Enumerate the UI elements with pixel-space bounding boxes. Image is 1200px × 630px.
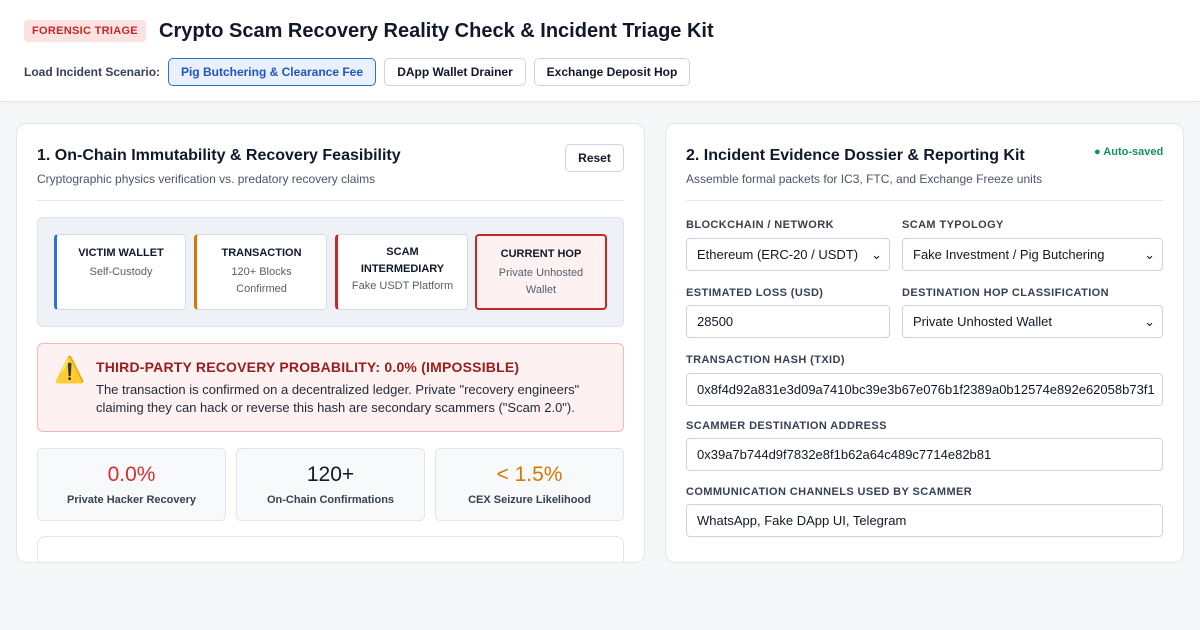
warning-icon: ⚠️ <box>54 356 86 384</box>
recovery-feasibility-panel: 1. On-Chain Immutability & Recovery Feas… <box>16 123 645 563</box>
scammer-address-label: SCAMMER DESTINATION ADDRESS <box>686 420 887 432</box>
app-title: Crypto Scam Recovery Reality Check & Inc… <box>159 20 714 42</box>
hop-classification-select[interactable]: Private Unhosted Wallet ⌄ <box>902 305 1163 338</box>
network-select[interactable]: Ethereum (ERC-20 / USDT) ⌄ <box>686 238 890 271</box>
chain-node-subtitle: Self-Custody <box>89 266 153 278</box>
typology-select[interactable]: Fake Investment / Pig Butchering ⌄ <box>902 238 1163 271</box>
scammer-address-input[interactable]: 0x39a7b744d9f7832e8f1b62a64c489c7714e82b… <box>686 438 1163 471</box>
panel-subtitle: Assemble formal packets for IC3, FTC, an… <box>686 172 1043 186</box>
next-section-card <box>37 536 624 562</box>
stat-cex-seizure-likelihood: < 1.5% CEX Seizure Likelihood <box>435 448 624 521</box>
chain-node-title: CURRENT HOP <box>500 248 582 260</box>
stat-label: CEX Seizure Likelihood <box>468 494 591 506</box>
panel-title: 1. On-Chain Immutability & Recovery Feas… <box>37 147 401 164</box>
scenario-pig-butchering-button[interactable]: Pig Butchering & Clearance Fee <box>168 58 376 86</box>
stat-value: 0.0% <box>107 463 156 486</box>
typology-label: SCAM TYPOLOGY <box>902 219 1004 231</box>
scenario-exchange-hop-button[interactable]: Exchange Deposit Hop <box>534 58 690 86</box>
chain-node-subtitle: Fake USDT Platform <box>351 280 454 292</box>
chevron-down-icon: ⌄ <box>1144 314 1155 329</box>
top-header: FORENSIC TRIAGE Crypto Scam Recovery Rea… <box>0 0 1200 102</box>
alert-title: THIRD-PARTY RECOVERY PROBABILITY: 0.0% (… <box>96 359 520 375</box>
panel-title: 2. Incident Evidence Dossier & Reporting… <box>686 147 1025 164</box>
chevron-down-icon: ⌄ <box>1144 247 1155 262</box>
typology-selected-value: Fake Investment / Pig Butchering <box>913 247 1105 262</box>
stat-private-hacker-recovery: 0.0% Private Hacker Recovery <box>37 448 226 521</box>
chain-node-subtitle: 120+ Blocks Confirmed <box>231 266 292 295</box>
loss-label: ESTIMATED LOSS (USD) <box>686 287 824 299</box>
loss-input[interactable]: 28500 <box>686 305 890 338</box>
txid-label: TRANSACTION HASH (TXID) <box>686 354 845 366</box>
hop-classification-label: DESTINATION HOP CLASSIFICATION <box>902 287 1109 299</box>
stat-label: On-Chain Confirmations <box>266 494 395 506</box>
chevron-down-icon: ⌄ <box>871 247 882 262</box>
transaction-chain: VICTIM WALLET Self-Custody TRANSACTION 1… <box>37 217 624 327</box>
chain-node-scam-intermediary[interactable]: SCAM INTERMEDIARY Fake USDT Platform <box>335 234 468 310</box>
reset-button[interactable]: Reset <box>565 144 624 172</box>
network-selected-value: Ethereum (ERC-20 / USDT) <box>697 247 859 262</box>
stat-label: Private Hacker Recovery <box>66 494 197 506</box>
recovery-probability-alert: ⚠️ THIRD-PARTY RECOVERY PROBABILITY: 0.0… <box>37 343 624 432</box>
chain-node-title: SCAM INTERMEDIARY <box>360 246 445 275</box>
scenario-label: Load Incident Scenario: <box>24 65 161 79</box>
chain-node-transaction[interactable]: TRANSACTION 120+ Blocks Confirmed <box>194 234 327 310</box>
chain-node-title: VICTIM WALLET <box>78 247 164 259</box>
network-label: BLOCKCHAIN / NETWORK <box>686 219 834 231</box>
chain-node-current-hop[interactable]: CURRENT HOP Private Unhosted Wallet <box>475 234 607 310</box>
scenario-dapp-drainer-button[interactable]: DApp Wallet Drainer <box>384 58 526 86</box>
chain-node-title: TRANSACTION <box>221 247 302 259</box>
alert-body: The transaction is confirmed on a decent… <box>96 382 580 415</box>
stat-on-chain-confirmations: 120+ On-Chain Confirmations <box>236 448 425 521</box>
txid-input[interactable]: 0x8f4d92a831e3d09a7410bc39e3b67e076b1f23… <box>686 373 1163 406</box>
chain-node-subtitle: Private Unhosted Wallet <box>498 267 584 296</box>
stat-value: 120+ <box>306 463 355 486</box>
channels-label: COMMUNICATION CHANNELS USED BY SCAMMER <box>686 486 973 498</box>
forensic-triage-badge: FORENSIC TRIAGE <box>24 20 146 42</box>
channels-input[interactable]: WhatsApp, Fake DApp UI, Telegram <box>686 504 1163 537</box>
divider <box>686 200 1163 201</box>
panel-subtitle: Cryptographic physics verification vs. p… <box>37 172 376 186</box>
stat-value: < 1.5% <box>496 463 563 486</box>
divider <box>37 200 624 201</box>
chain-node-victim-wallet[interactable]: VICTIM WALLET Self-Custody <box>54 234 186 310</box>
hop-classification-selected-value: Private Unhosted Wallet <box>913 314 1052 329</box>
autosave-status: ● Auto-saved <box>1094 146 1164 158</box>
evidence-dossier-panel: 2. Incident Evidence Dossier & Reporting… <box>665 123 1184 563</box>
